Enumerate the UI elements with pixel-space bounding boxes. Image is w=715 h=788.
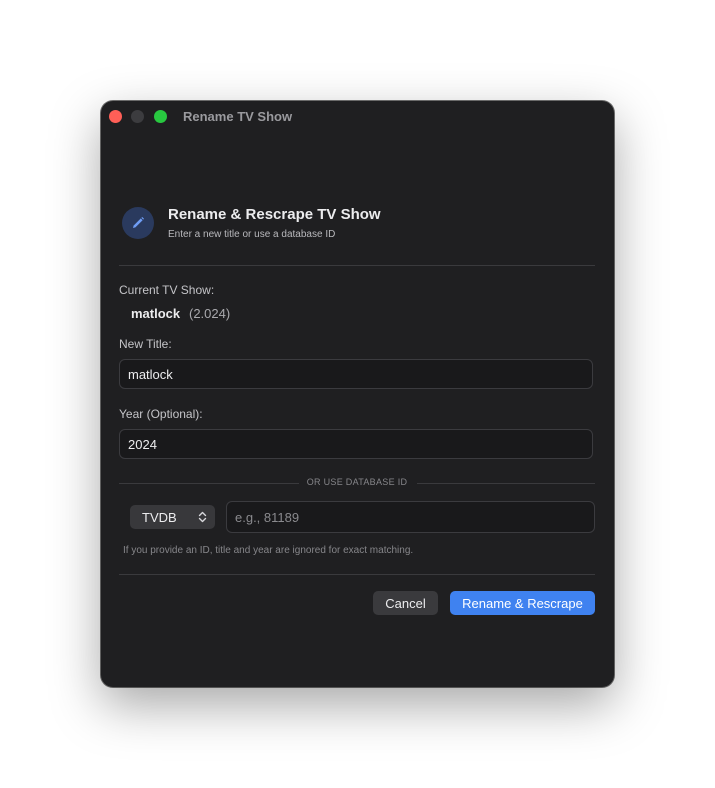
dialog-title: Rename & Rescrape TV Show: [168, 206, 381, 223]
year-label: Year (Optional):: [119, 407, 203, 421]
database-id-input[interactable]: [226, 501, 595, 533]
footer-divider: [119, 574, 595, 575]
database-id-separator: OR USE DATABASE ID: [119, 477, 595, 491]
current-show-year: (2.024): [189, 306, 231, 321]
maximize-window-button[interactable]: [154, 110, 167, 123]
rename-rescrape-button[interactable]: Rename & Rescrape: [450, 591, 595, 615]
new-title-input[interactable]: [119, 359, 593, 389]
dialog-subtitle: Enter a new title or use a database ID: [168, 229, 336, 240]
database-source-value: TVDB: [142, 509, 177, 525]
title-bar[interactable]: Rename TV Show: [101, 101, 614, 131]
new-title-label: New Title:: [119, 337, 172, 351]
rename-dialog-window: Rename TV Show Rename & Rescrape TV Show…: [101, 101, 614, 687]
window-title: Rename TV Show: [183, 109, 293, 124]
current-show-name: matlock: [131, 306, 181, 321]
separator-text: OR USE DATABASE ID: [306, 477, 408, 487]
year-input[interactable]: [119, 429, 593, 459]
database-id-hint: If you provide an ID, title and year are…: [123, 545, 414, 556]
database-source-select[interactable]: TVDB: [130, 505, 215, 529]
header-divider: [119, 265, 595, 266]
chevron-up-down-icon: [198, 511, 207, 523]
current-show-label: Current TV Show:: [119, 283, 215, 297]
pencil-icon: [122, 207, 154, 239]
cancel-button[interactable]: Cancel: [373, 591, 438, 615]
minimize-window-button[interactable]: [131, 110, 144, 123]
close-window-button[interactable]: [109, 110, 122, 123]
